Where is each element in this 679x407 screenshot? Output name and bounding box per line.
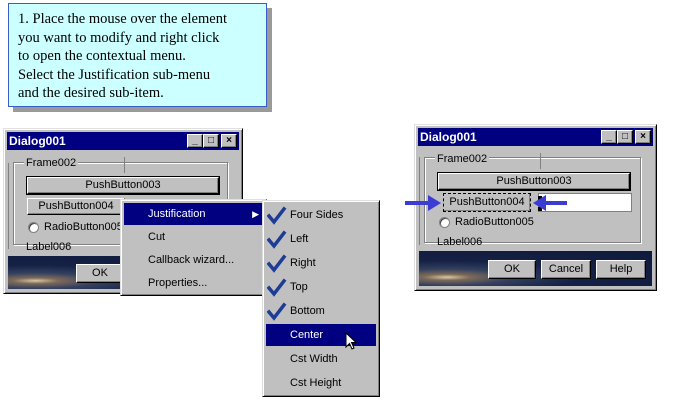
note-line: Select the Justification sub-menu bbox=[18, 66, 211, 83]
ok-button[interactable]: OK bbox=[488, 260, 536, 279]
checkmark-icon bbox=[267, 278, 287, 297]
menu-item-label: Justification bbox=[148, 208, 206, 220]
radiobutton005-label[interactable]: RadioButton005 bbox=[44, 220, 123, 234]
cancel-button[interactable]: Cancel bbox=[541, 260, 591, 279]
menu-item-callback-wizard[interactable]: Callback wizard... bbox=[124, 249, 263, 271]
radio-icon[interactable] bbox=[28, 222, 39, 233]
maximize-icon[interactable]: □ bbox=[617, 130, 633, 144]
submenu-item-cst-height[interactable]: Cst Height bbox=[266, 372, 376, 394]
right-dialog-title: Dialog001 bbox=[420, 130, 477, 144]
submenu-item-label: Cst Height bbox=[290, 377, 342, 389]
checkmark-icon bbox=[267, 302, 287, 321]
radiobutton005-label[interactable]: RadioButton005 bbox=[455, 215, 534, 229]
frame-label: Frame002 bbox=[24, 156, 79, 170]
note-line: and the desired sub-item. bbox=[18, 85, 164, 101]
help-button[interactable]: Help bbox=[596, 260, 646, 279]
checkmark-icon bbox=[267, 254, 287, 273]
note-line: 1. Place the mouse over the element bbox=[18, 11, 227, 27]
left-dialog-titlebar: Dialog001 _ □ × bbox=[7, 132, 239, 150]
submenu-item-label: Right bbox=[290, 257, 316, 269]
maximize-icon[interactable]: □ bbox=[203, 134, 219, 148]
ok-button[interactable]: OK bbox=[76, 264, 124, 283]
minimize-icon[interactable]: _ bbox=[187, 134, 203, 148]
checkmarks-group bbox=[267, 206, 287, 321]
frame-label: Frame002 bbox=[435, 152, 490, 166]
left-dialog-title: Dialog001 bbox=[9, 134, 66, 148]
label006: Label006 bbox=[26, 241, 72, 253]
close-icon[interactable]: × bbox=[635, 130, 651, 144]
checkmark-icon bbox=[267, 230, 287, 249]
close-icon[interactable]: × bbox=[221, 134, 237, 148]
context-menu: Justification ▶ Cut Callback wizard... P… bbox=[120, 199, 267, 296]
submenu-arrow-icon: ▶ bbox=[252, 209, 259, 219]
note-line: you want to modify and right click bbox=[18, 29, 220, 46]
mouse-cursor-icon bbox=[345, 332, 358, 350]
menu-item-label: Cut bbox=[148, 231, 166, 243]
right-dialog-titlebar: Dialog001 _ □ × bbox=[418, 128, 653, 146]
justification-submenu: Four Sides Left Right Top Bottom Center … bbox=[262, 200, 380, 397]
submenu-item-label: Top bbox=[290, 281, 308, 293]
menu-item-label: Properties... bbox=[148, 277, 208, 289]
selection-guide bbox=[540, 153, 541, 169]
submenu-item-label: Bottom bbox=[290, 305, 325, 317]
pushbutton003[interactable]: PushButton003 bbox=[26, 176, 220, 195]
checkmark-icon bbox=[267, 206, 287, 225]
menu-item-properties[interactable]: Properties... bbox=[124, 272, 263, 294]
submenu-item-label: Cst Width bbox=[290, 353, 338, 365]
submenu-item-center[interactable]: Center bbox=[266, 324, 376, 346]
submenu-item-cst-width[interactable]: Cst Width bbox=[266, 348, 376, 370]
menu-item-label: Callback wizard... bbox=[148, 254, 235, 266]
radio-icon[interactable] bbox=[439, 217, 450, 228]
pushbutton004[interactable]: PushButton004 bbox=[443, 193, 531, 212]
submenu-item-label: Left bbox=[290, 233, 309, 245]
menu-item-cut[interactable]: Cut bbox=[124, 226, 263, 248]
submenu-item-label: Four Sides bbox=[290, 209, 344, 221]
minimize-icon[interactable]: _ bbox=[601, 130, 617, 144]
pushbutton004[interactable]: PushButton004 bbox=[27, 198, 125, 215]
menu-item-justification[interactable]: Justification ▶ bbox=[124, 203, 263, 225]
right-pointing-arrow-icon bbox=[405, 195, 441, 211]
selection-guide bbox=[8, 163, 9, 249]
pushbutton003[interactable]: PushButton003 bbox=[437, 172, 631, 191]
submenu-item-label: Center bbox=[290, 329, 324, 341]
instruction-note: 1. Place the mouse over the element you … bbox=[8, 3, 267, 107]
left-pointing-arrow-icon bbox=[533, 195, 567, 211]
selection-guide bbox=[124, 157, 125, 173]
label006: Label006 bbox=[437, 236, 483, 248]
note-line: to open the contextual menu. bbox=[18, 48, 186, 64]
